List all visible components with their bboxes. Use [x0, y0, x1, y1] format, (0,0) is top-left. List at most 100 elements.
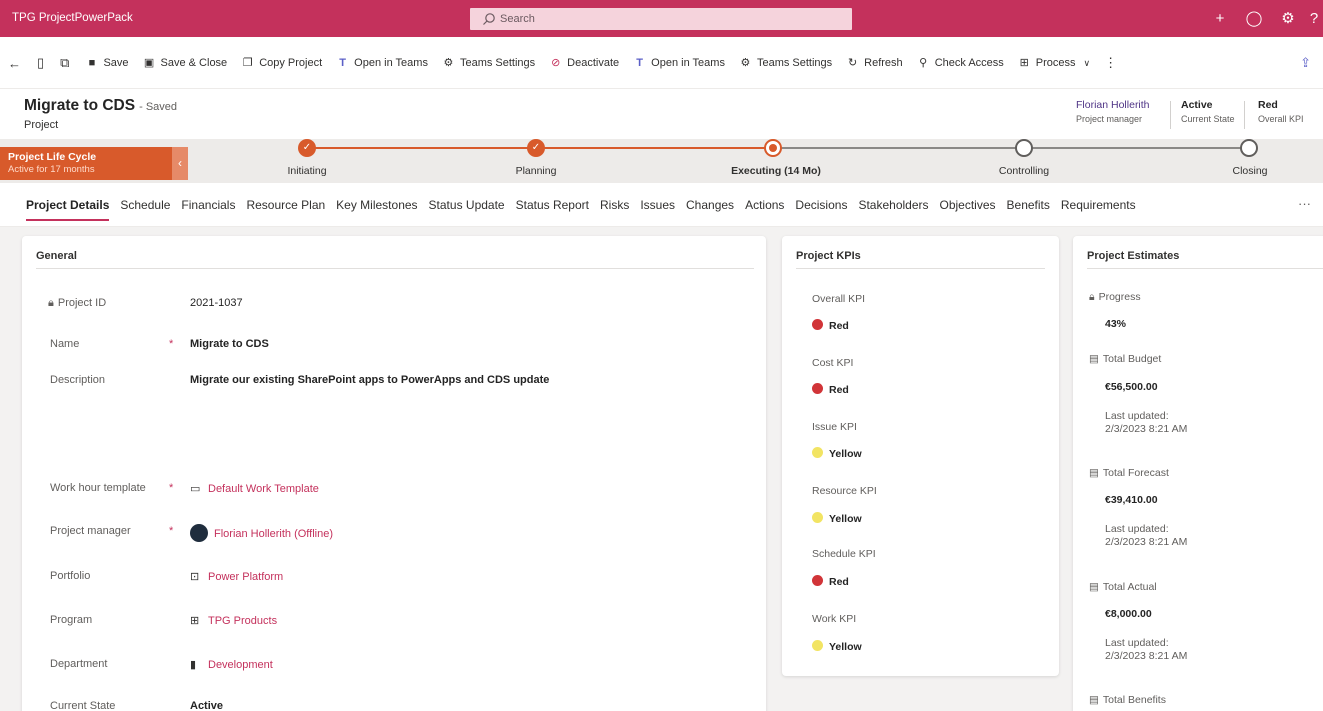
settings-gear-icon[interactable]: ⚙: [1271, 9, 1305, 29]
save-close-icon: ▣: [143, 56, 155, 69]
kpi-label-schedule: Schedule KPI: [812, 548, 876, 560]
stage-label-closing[interactable]: Closing: [1232, 165, 1267, 177]
status-red-dot-icon: [812, 575, 823, 586]
stage-label-executing[interactable]: Executing (14 Mo): [731, 165, 821, 177]
teams-icon: T: [636, 56, 644, 69]
checkmark-icon: ✓: [531, 142, 541, 153]
progress-value: 43%: [1105, 318, 1127, 330]
notification-icon[interactable]: ◯: [1237, 9, 1271, 29]
tab-actions[interactable]: Actions: [745, 198, 784, 212]
save-button[interactable]: ■ Save: [85, 57, 129, 70]
stage-executing-node[interactable]: [764, 139, 782, 157]
deactivate-button[interactable]: ⊘ Deactivate: [549, 57, 619, 70]
total-actual-label: ▤ Total Actual: [1089, 581, 1157, 593]
tab-benefits[interactable]: Benefits: [1007, 198, 1050, 212]
record-entity-name: Project: [24, 119, 59, 131]
description-input[interactable]: Migrate our existing SharePoint apps to …: [190, 374, 549, 386]
more-commands-button[interactable]: ⋮: [1104, 55, 1117, 71]
stage-label-controlling[interactable]: Controlling: [999, 165, 1049, 177]
stage-label-planning[interactable]: Planning: [516, 165, 557, 177]
required-indicator: *: [169, 482, 174, 494]
header-actions: + ◯ ⚙ ?: [1203, 9, 1323, 29]
tab-decisions[interactable]: Decisions: [795, 198, 847, 212]
tab-project-details[interactable]: Project Details: [26, 198, 110, 221]
stage-controlling-node[interactable]: [1015, 139, 1033, 157]
share-icon[interactable]: ⇪: [1300, 55, 1311, 71]
status-red-dot-icon: [812, 383, 823, 394]
tab-issues[interactable]: Issues: [640, 198, 675, 212]
tab-key-milestones[interactable]: Key Milestones: [336, 198, 417, 212]
teams-settings-button[interactable]: ⚙ Teams Settings: [442, 57, 536, 70]
teams-settings-icon: ⚙: [740, 56, 751, 69]
check-access-icon: ⚲: [919, 56, 928, 69]
header-field-overall-kpi: Red Overall KPI: [1258, 99, 1304, 124]
name-input[interactable]: Migrate to CDS: [190, 338, 269, 350]
status-yellow-dot-icon: [812, 447, 823, 458]
help-icon[interactable]: ?: [1305, 9, 1323, 29]
budget-last-updated: Last updated: 2/3/2023 8:21 AM: [1105, 410, 1188, 435]
project-kpis-section: Project KPIs Overall KPI Red Cost KPI Re…: [782, 236, 1059, 676]
copy-project-button[interactable]: ❐ Copy Project: [241, 57, 322, 70]
more-tabs-button[interactable]: ···: [1298, 196, 1311, 211]
search-box[interactable]: Search: [470, 8, 852, 30]
open-in-teams-button-2[interactable]: T Open in Teams: [633, 57, 725, 70]
tab-resource-plan[interactable]: Resource Plan: [246, 198, 325, 212]
open-in-teams-button[interactable]: T Open in Teams: [336, 57, 428, 70]
stage-closing-node[interactable]: [1240, 139, 1258, 157]
section-divider: [1087, 268, 1323, 269]
current-state-value: Active: [190, 700, 224, 711]
stage-initiating-node[interactable]: ✓: [298, 139, 316, 157]
total-forecast-label: ▤ Total Forecast: [1089, 467, 1169, 479]
tab-status-update[interactable]: Status Update: [429, 198, 505, 212]
checkmark-icon: ✓: [302, 142, 312, 153]
add-icon[interactable]: +: [1203, 9, 1237, 29]
program-icon: ⊞: [190, 615, 200, 627]
app-title[interactable]: TPG ProjectPowerPack: [12, 12, 133, 24]
department-icon: ▮: [190, 659, 197, 671]
open-new-window-button[interactable]: ⧉: [60, 55, 69, 71]
kpi-label-overall: Overall KPI: [812, 293, 866, 305]
chevron-left-icon: ‹: [178, 156, 182, 170]
tab-objectives[interactable]: Objectives: [940, 198, 996, 212]
collapse-process-button[interactable]: ‹: [172, 147, 188, 180]
work-hour-template-link[interactable]: ▭ Default Work Template: [190, 482, 319, 495]
section-title-kpis: Project KPIs: [796, 250, 861, 262]
record-set-button[interactable]: ▯: [37, 55, 44, 71]
tab-financials[interactable]: Financials: [181, 198, 235, 212]
kpi-label-cost: Cost KPI: [812, 357, 854, 369]
project-manager-link[interactable]: Florian Hollerith (Offline): [190, 524, 333, 543]
section-title-general: General: [36, 250, 77, 262]
header-field-project-manager[interactable]: Florian Hollerith Project manager: [1076, 99, 1150, 124]
kpi-label-work: Work KPI: [812, 613, 857, 625]
department-link[interactable]: ▮ Development: [190, 658, 273, 671]
tab-risks[interactable]: Risks: [600, 198, 629, 212]
tab-requirements[interactable]: Requirements: [1061, 198, 1136, 212]
portfolio-link[interactable]: ⊡ Power Platform: [190, 570, 283, 583]
header-divider: [1244, 101, 1245, 129]
tab-changes[interactable]: Changes: [686, 198, 734, 212]
search-icon: [483, 13, 495, 25]
save-close-button[interactable]: ▣ Save & Close: [143, 56, 227, 70]
refresh-button[interactable]: ↻ Refresh: [846, 57, 903, 70]
calculator-icon: ▤: [1089, 694, 1099, 706]
total-budget-label: ▤ Total Budget: [1089, 353, 1162, 365]
back-button[interactable]: ←: [8, 56, 21, 71]
process-remaining-line: [773, 147, 1249, 149]
tab-schedule[interactable]: Schedule: [120, 198, 170, 212]
project-id-value: 2021-1037: [190, 297, 243, 309]
command-bar: ← ▯ ⧉ ■ Save ▣ Save & Close ❐ Copy Project …: [0, 37, 1323, 89]
status-red-dot-icon: [812, 319, 823, 330]
forecast-last-updated: Last updated: 2/3/2023 8:21 AM: [1105, 523, 1188, 548]
section-divider: [796, 268, 1045, 269]
search-placeholder: Search: [500, 13, 535, 25]
stage-planning-node[interactable]: ✓: [527, 139, 545, 157]
check-access-button[interactable]: ⚲ Check Access: [917, 57, 1004, 70]
teams-settings-button-2[interactable]: ⚙ Teams Settings: [739, 56, 833, 70]
process-button[interactable]: ⊞ Process ∨: [1018, 57, 1090, 70]
tab-stakeholders[interactable]: Stakeholders: [858, 198, 928, 212]
process-stage-panel[interactable]: Project Life Cycle Active for 17 months: [0, 147, 172, 180]
lock-icon: 🔒︎: [1089, 291, 1095, 303]
stage-label-initiating[interactable]: Initiating: [287, 165, 326, 177]
program-link[interactable]: ⊞ TPG Products: [190, 614, 277, 627]
tab-status-report[interactable]: Status Report: [516, 198, 589, 212]
